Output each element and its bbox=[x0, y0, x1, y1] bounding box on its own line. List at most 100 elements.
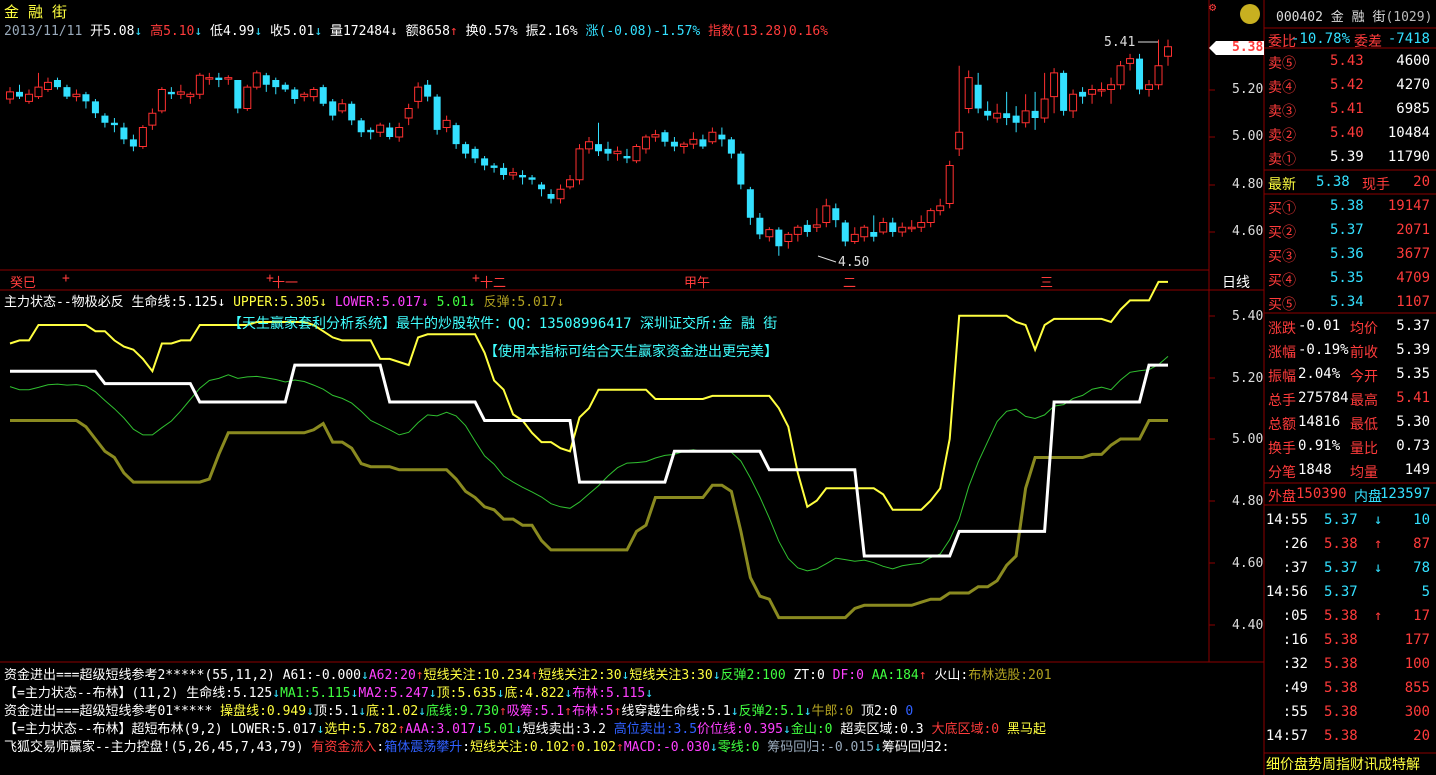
candle bbox=[936, 198, 945, 216]
indicator-mid-line bbox=[9, 356, 1169, 572]
sell-level-row[interactable]: 卖③ 5.41 6985 bbox=[1266, 98, 1436, 121]
tick-row: :37 5.37 ↓ 78 bbox=[1282, 560, 1430, 576]
candle bbox=[528, 175, 536, 185]
candle bbox=[319, 84, 327, 107]
candle bbox=[974, 72, 982, 114]
open-label: 开5.08 bbox=[90, 24, 135, 39]
price-axis-label: 5.00 bbox=[1232, 129, 1264, 144]
quote-stat-row: 涨幅 -0.19% 前收 5.39 bbox=[1268, 342, 1430, 361]
candle bbox=[110, 118, 118, 133]
candle bbox=[775, 227, 783, 256]
candle bbox=[1012, 106, 1020, 133]
tick-row: :16 5.38 177 bbox=[1282, 632, 1430, 648]
candle bbox=[812, 208, 821, 232]
latest-row: 最新 5.38 现手 20 bbox=[1268, 174, 1430, 193]
candle bbox=[1021, 94, 1030, 128]
candle bbox=[756, 213, 764, 240]
indicator-readout-row: 资金进出===超级短线参考2*****(55,11,2) A61:-0.000↓… bbox=[4, 668, 1052, 683]
candle bbox=[329, 99, 337, 121]
candle bbox=[898, 222, 907, 237]
indicator-axis-label: 4.80 bbox=[1232, 494, 1264, 509]
candle bbox=[471, 146, 479, 164]
bottom-tab-bar[interactable]: 细价盘势周指财讯成特解 bbox=[1266, 754, 1420, 774]
indicator-lower-band bbox=[10, 419, 1168, 620]
candle bbox=[442, 115, 451, 133]
buy-level-row[interactable]: 买④ 5.35 4709 bbox=[1266, 267, 1436, 290]
time-axis-label: 二 bbox=[843, 276, 857, 291]
candle bbox=[1107, 77, 1116, 104]
candle bbox=[604, 141, 612, 161]
period-label[interactable]: 日线 bbox=[1222, 272, 1250, 292]
candle bbox=[917, 215, 926, 232]
amount-label: 额8658 bbox=[405, 24, 450, 39]
buy-level-row[interactable]: 买② 5.37 2071 bbox=[1266, 219, 1436, 242]
candle-info-bar: 2013/11/11 开5.08↓ 高5.10↓ 低4.99↓ 收5.01↓ 量… bbox=[4, 24, 829, 39]
candle bbox=[1164, 39, 1172, 66]
candle bbox=[357, 118, 365, 137]
tick-row: :32 5.38 100 bbox=[1282, 656, 1430, 672]
candle bbox=[889, 217, 897, 237]
low-label: 低4.99 bbox=[210, 24, 255, 39]
indicator-readout-row: 【=主力状态--布林】(11,2) 生命线:5.125↓MA1:5.115↓MA… bbox=[4, 686, 654, 701]
candle bbox=[879, 217, 888, 235]
candle bbox=[224, 75, 233, 85]
candle bbox=[793, 224, 802, 242]
low-annotation: 4.50 bbox=[838, 255, 870, 270]
indicator-life-line bbox=[10, 363, 1168, 558]
candle bbox=[404, 103, 413, 126]
candle bbox=[651, 129, 660, 142]
quote-stat-row: 换手 0.91% 量比 0.73 bbox=[1268, 438, 1430, 457]
sell-level-row[interactable]: 卖① 5.39 11790 bbox=[1266, 146, 1436, 169]
candle bbox=[167, 87, 175, 99]
buy-level-row[interactable]: 买③ 5.36 3677 bbox=[1266, 243, 1436, 266]
candle bbox=[367, 127, 375, 140]
candle bbox=[262, 72, 270, 92]
candle bbox=[822, 198, 831, 228]
indicator-readout-row: 【=主力状态--布林】超短布林(9,2) LOWER:5.017↓选中:5.78… bbox=[4, 722, 1046, 737]
time-axis-tick: + bbox=[472, 271, 480, 286]
buy-level-row[interactable]: 买① 5.38 19147 bbox=[1266, 195, 1436, 218]
candle bbox=[281, 82, 289, 92]
candle bbox=[670, 137, 678, 152]
quote-stat-row: 分笔 1848 均量 149 bbox=[1268, 462, 1430, 481]
sell-level-row[interactable]: 卖④ 5.42 4270 bbox=[1266, 74, 1436, 97]
high-annotation: 5.41 bbox=[1104, 35, 1136, 50]
price-axis-label: 4.60 bbox=[1232, 224, 1264, 239]
candle bbox=[129, 134, 137, 152]
indicator-axis-label: 4.60 bbox=[1232, 556, 1264, 571]
current-price-value: 5.38 bbox=[1232, 40, 1264, 55]
quote-stat-row: 总手 275784 最高 5.41 bbox=[1268, 390, 1430, 409]
candle bbox=[1050, 68, 1059, 114]
settings-icon[interactable]: ⚙ bbox=[1209, 0, 1216, 14]
app-logo bbox=[1240, 4, 1260, 24]
sell-level-row[interactable]: 卖⑤ 5.43 4600 bbox=[1266, 50, 1436, 73]
stock-name: 金 融 街 bbox=[4, 3, 68, 21]
candle bbox=[850, 227, 859, 244]
candle bbox=[699, 134, 707, 149]
tick-row: :55 5.38 300 bbox=[1282, 704, 1430, 720]
candle bbox=[215, 72, 223, 88]
candle bbox=[984, 101, 992, 121]
candle bbox=[841, 220, 849, 247]
candle bbox=[348, 101, 356, 126]
candle bbox=[926, 208, 935, 228]
candle bbox=[462, 141, 470, 159]
buy-level-row[interactable]: 买⑤ 5.34 1107 bbox=[1266, 291, 1436, 314]
candle bbox=[1154, 39, 1163, 90]
sell-level-row[interactable]: 卖② 5.40 10484 bbox=[1266, 122, 1436, 145]
candle bbox=[186, 91, 195, 104]
candle bbox=[993, 103, 1002, 123]
candle bbox=[120, 122, 128, 145]
candle bbox=[500, 163, 508, 180]
candle bbox=[452, 122, 460, 149]
tick-row: 14:55 5.37 ↓ 10 bbox=[1265, 512, 1430, 528]
time-axis-tick: + bbox=[62, 271, 70, 286]
chart-canvas[interactable] bbox=[0, 0, 1436, 775]
close-label: 收5.01 bbox=[270, 24, 315, 39]
indicator-readout-row: 飞狐交易师赢家--主力控盘!(5,26,45,7,43,79) 有资金流入:箱体… bbox=[4, 740, 950, 755]
time-axis-label: 十二 bbox=[480, 276, 507, 291]
candle bbox=[243, 84, 252, 111]
candle bbox=[157, 87, 166, 114]
candle bbox=[424, 80, 432, 102]
candle bbox=[708, 127, 717, 145]
